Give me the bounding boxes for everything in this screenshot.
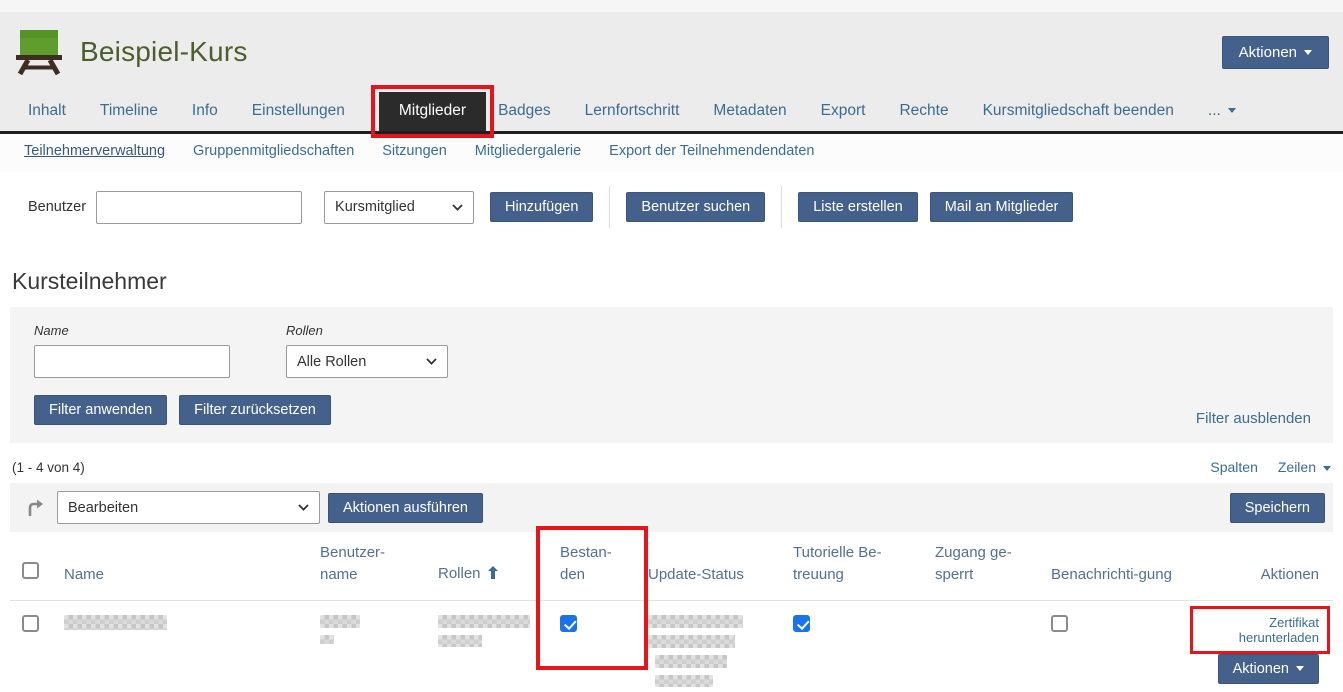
- cell-zugang-gesperrt: [923, 600, 1039, 692]
- page-header: Beispiel-Kurs Aktionen Inhalt Timeline I…: [0, 0, 1343, 134]
- cell-update-status: [636, 600, 781, 692]
- benutzer-suchen-button[interactable]: Benutzer suchen: [626, 192, 765, 222]
- subtab-mitgliedergalerie[interactable]: Mitgliedergalerie: [475, 143, 581, 159]
- tab-timeline[interactable]: Timeline: [100, 92, 158, 131]
- filter-zuruecksetzen-button[interactable]: Filter zurücksetzen: [179, 395, 331, 425]
- col-zugang-gesperrt[interactable]: Zugang ge-sperrt: [923, 532, 1039, 600]
- apply-to-selection-arrow-icon: [26, 498, 45, 517]
- redacted-status: [655, 675, 713, 687]
- bestanden-checkbox[interactable]: [560, 615, 577, 632]
- chevron-down-icon: [1304, 50, 1312, 59]
- col-update-status[interactable]: Update-Status: [636, 532, 781, 600]
- section-title: Kursteilnehmer: [12, 268, 1333, 295]
- row-select-checkbox[interactable]: [22, 615, 39, 632]
- redacted-username: [320, 635, 334, 644]
- chevron-down-icon: [1323, 466, 1331, 475]
- benutzer-input[interactable]: [96, 191, 302, 224]
- redacted-status: [655, 655, 727, 668]
- spalten-link[interactable]: Spalten: [1210, 459, 1257, 475]
- redacted-role: [438, 635, 482, 647]
- members-table: Name Benutzer-name Rollen Bestan-den Upd…: [10, 532, 1333, 692]
- subtab-teilnehmerverwaltung[interactable]: Teilnehmerverwaltung: [24, 143, 165, 159]
- filter-ausblenden-link[interactable]: Filter ausblenden: [1196, 410, 1311, 427]
- subtab-gruppenmitgliedschaften[interactable]: Gruppenmitgliedschaften: [193, 143, 354, 159]
- redacted-name: [64, 615, 167, 630]
- col-name[interactable]: Name: [52, 532, 308, 600]
- col-rollen[interactable]: Rollen: [426, 532, 548, 600]
- subtab-sitzungen[interactable]: Sitzungen: [382, 143, 447, 159]
- benutzer-label: Benutzer: [28, 199, 86, 215]
- page-title: Beispiel-Kurs: [80, 36, 248, 68]
- members-subtabs: Teilnehmerverwaltung Gruppenmitgliedscha…: [0, 134, 1343, 172]
- tab-metadaten[interactable]: Metadaten: [713, 92, 786, 131]
- table-header-row: Name Benutzer-name Rollen Bestan-den Upd…: [10, 532, 1333, 600]
- course-members-page: { "colors": { "button_blue": "#44618c", …: [0, 0, 1343, 692]
- row-actions-button[interactable]: Aktionen: [1218, 654, 1319, 684]
- liste-erstellen-button[interactable]: Liste erstellen: [798, 192, 917, 222]
- select-all-checkbox[interactable]: [22, 562, 39, 579]
- cell-benachrichtigung: [1039, 600, 1189, 692]
- col-benutzername[interactable]: Benutzer-name: [308, 532, 426, 600]
- tab-info[interactable]: Info: [192, 92, 218, 131]
- cell-rollen: [426, 600, 548, 692]
- course-easel-icon: [14, 29, 64, 75]
- member-row: Zertifikat herunterladen Aktionen: [10, 600, 1333, 692]
- filter-name-label: Name: [34, 323, 230, 338]
- tab-mitglieder[interactable]: Mitglieder: [379, 92, 486, 131]
- filter-name-input[interactable]: [34, 345, 230, 378]
- result-count: (1 - 4 von 4): [12, 460, 85, 475]
- mail-an-mitglieder-button[interactable]: Mail an Mitglieder: [930, 192, 1074, 222]
- filter-anwenden-button[interactable]: Filter anwenden: [34, 395, 167, 425]
- redacted-username: [320, 615, 360, 628]
- tab-rechte[interactable]: Rechte: [899, 92, 948, 131]
- cell-name: [52, 600, 308, 692]
- course-tabbar: Inhalt Timeline Info Einstellungen Mitgl…: [0, 90, 1343, 134]
- chevron-down-icon: [426, 358, 437, 365]
- col-aktionen: Aktionen: [1189, 532, 1333, 600]
- add-member-form: Benutzer Kursmitglied Hinzufügen Benutze…: [28, 186, 1333, 228]
- hinzufuegen-button[interactable]: Hinzufügen: [490, 192, 593, 222]
- tab-einstellungen[interactable]: Einstellungen: [252, 92, 345, 131]
- cell-tutorielle-betreuung: [781, 600, 923, 692]
- tab-lernfortschritt[interactable]: Lernfortschritt: [585, 92, 680, 131]
- filter-panel: Name Rollen Alle Rollen Filter anwenden …: [10, 307, 1333, 443]
- chevron-down-icon: [298, 504, 309, 511]
- tab-inhalt[interactable]: Inhalt: [28, 92, 66, 131]
- divider: [781, 186, 782, 228]
- top-strip: [0, 0, 1343, 12]
- certificate-link[interactable]: Zertifikat herunterladen: [1201, 615, 1319, 645]
- filter-rollen-select[interactable]: Alle Rollen: [286, 345, 448, 378]
- aktionen-ausfuehren-button[interactable]: Aktionen ausführen: [328, 493, 483, 523]
- cell-aktionen: Zertifikat herunterladen Aktionen: [1189, 600, 1333, 692]
- cell-benutzername: [308, 600, 426, 692]
- col-benachrichtigung[interactable]: Benachrichti-gung: [1039, 532, 1189, 600]
- speichern-button[interactable]: Speichern: [1230, 493, 1325, 523]
- cell-bestanden: [548, 600, 636, 692]
- divider: [609, 186, 610, 228]
- tab-badges[interactable]: Badges: [498, 92, 551, 131]
- filter-rollen-label: Rollen: [286, 323, 448, 338]
- subtab-export-teilnehmendendaten[interactable]: Export der Teilnehmendendaten: [609, 143, 814, 159]
- redacted-role: [438, 615, 530, 628]
- col-tutorielle-betreuung[interactable]: Tutorielle Be-treuung: [781, 532, 923, 600]
- tab-kursmitgliedschaft-beenden[interactable]: Kursmitgliedschaft beenden: [983, 92, 1174, 131]
- sort-ascending-icon: [487, 564, 499, 586]
- redacted-status: [648, 615, 743, 628]
- col-bestanden[interactable]: Bestan-den: [548, 532, 636, 600]
- chevron-down-icon: [1296, 666, 1304, 675]
- benachrichtigung-checkbox[interactable]: [1051, 615, 1068, 632]
- tutorielle-betreuung-checkbox[interactable]: [793, 615, 810, 632]
- bulk-action-select[interactable]: Bearbeiten: [57, 491, 320, 524]
- tab-export[interactable]: Export: [821, 92, 866, 131]
- header-actions-button[interactable]: Aktionen: [1222, 36, 1329, 69]
- tab-more[interactable]: ...: [1208, 92, 1236, 131]
- bulk-toolbar: Bearbeiten Aktionen ausführen Speichern: [10, 483, 1333, 532]
- redacted-status: [648, 635, 735, 648]
- chevron-down-icon: [452, 204, 463, 211]
- role-select[interactable]: Kursmitglied: [324, 191, 474, 224]
- zeilen-link[interactable]: Zeilen: [1278, 459, 1331, 475]
- chevron-down-icon: [1228, 108, 1236, 117]
